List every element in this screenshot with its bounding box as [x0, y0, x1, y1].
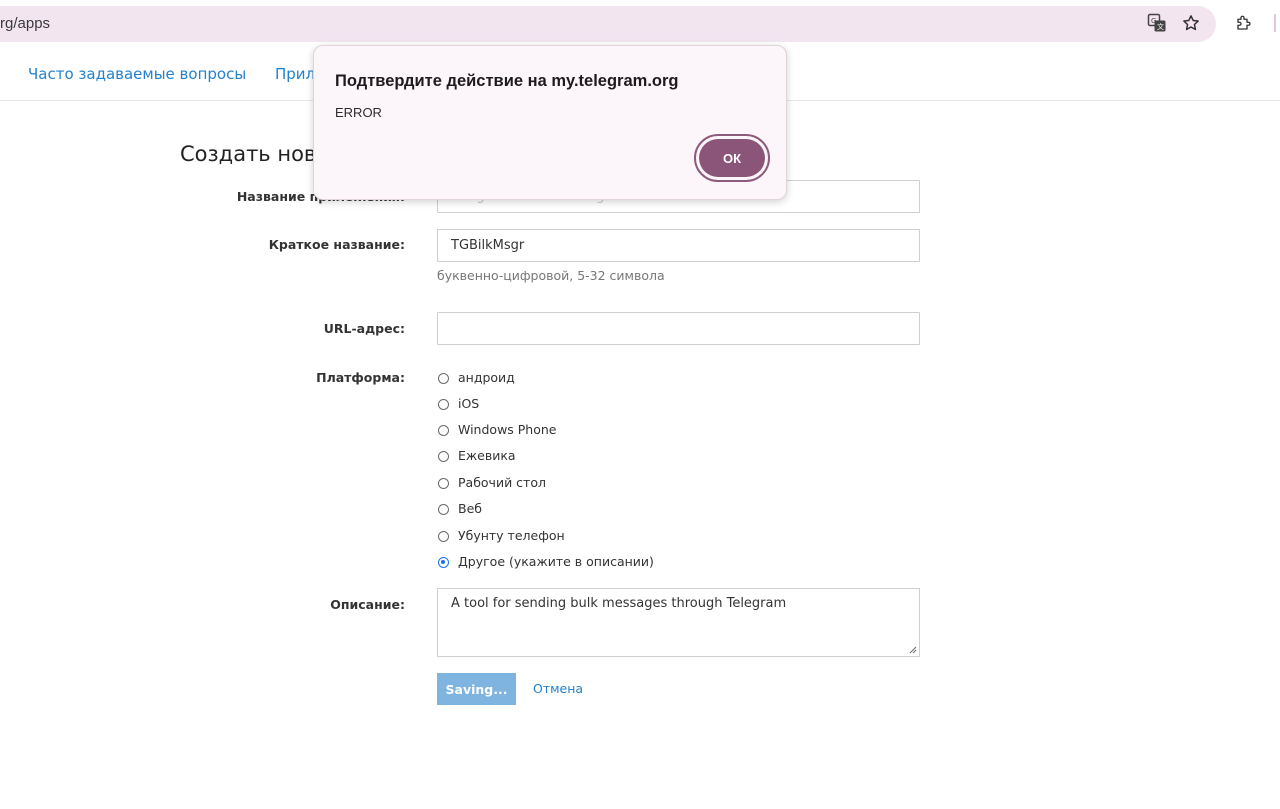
- radio-button[interactable]: [438, 372, 449, 384]
- address-bar[interactable]: [0, 6, 1216, 42]
- url-input[interactable]: [437, 312, 920, 345]
- description-label: Описание:: [330, 597, 405, 612]
- svg-text:G: G: [1151, 17, 1156, 25]
- translate-icon[interactable]: G 文: [1146, 12, 1168, 34]
- radio-button[interactable]: [438, 450, 449, 462]
- url-label: URL-адрес:: [323, 321, 405, 336]
- page-title: Создать нове: [180, 142, 330, 166]
- platform-option-label: Убунту телефон: [458, 527, 565, 543]
- radio-button[interactable]: [438, 424, 449, 436]
- ok-button-focus-ring: ОК: [694, 134, 770, 182]
- short-name-input[interactable]: TGBilkMsgr: [437, 229, 920, 262]
- platform-option-windows-phone[interactable]: Windows Phone: [437, 419, 557, 439]
- nav-apps-link[interactable]: Прил: [275, 65, 315, 83]
- radio-button[interactable]: [438, 530, 449, 542]
- confirm-dialog: Подтвердите действие на my.telegram.org …: [313, 45, 787, 200]
- description-text: A tool for sending bulk messages through…: [451, 596, 787, 611]
- platform-option-android[interactable]: андроид: [437, 367, 515, 387]
- resize-handle-icon[interactable]: [909, 646, 917, 654]
- dialog-message: ERROR: [335, 105, 382, 120]
- radio-button[interactable]: [438, 477, 449, 489]
- platform-option-ubuntu-phone[interactable]: Убунту телефон: [437, 525, 565, 545]
- platform-label: Платформа:: [316, 370, 405, 385]
- radio-button[interactable]: [438, 503, 449, 515]
- ok-button[interactable]: ОК: [699, 139, 765, 177]
- platform-option-blackberry[interactable]: Ежевика: [437, 445, 516, 465]
- platform-option-label: Другое (укажите в описании): [458, 553, 654, 569]
- save-button[interactable]: Saving...: [437, 673, 516, 705]
- radio-button[interactable]: [438, 398, 449, 410]
- radio-button-selected[interactable]: [438, 556, 449, 568]
- platform-option-web[interactable]: Веб: [437, 498, 482, 518]
- svg-text:文: 文: [1157, 22, 1164, 31]
- extensions-puzzle-icon[interactable]: [1233, 12, 1255, 34]
- platform-option-label: Веб: [458, 500, 482, 516]
- nav-faq-link[interactable]: Часто задаваемые вопросы: [28, 65, 246, 83]
- platform-option-label: iOS: [458, 395, 480, 411]
- short-name-label: Краткое название:: [268, 237, 405, 252]
- bookmark-star-icon[interactable]: [1180, 12, 1202, 34]
- platform-option-label: Рабочий стол: [458, 474, 546, 490]
- platform-option-label: Windows Phone: [458, 421, 557, 437]
- platform-option-ios[interactable]: iOS: [437, 393, 479, 413]
- platform-option-label: Ежевика: [458, 447, 516, 463]
- address-bar-url[interactable]: rg/apps: [0, 15, 50, 32]
- toolbar-divider: [1274, 14, 1276, 32]
- cancel-link[interactable]: Отмена: [533, 681, 583, 696]
- short-name-hint: буквенно-цифровой, 5-32 символа: [437, 268, 665, 283]
- browser-toolbar: rg/apps G 文: [0, 0, 1280, 48]
- platform-option-label: андроид: [458, 369, 515, 385]
- platform-option-other[interactable]: Другое (укажите в описании): [437, 551, 654, 571]
- platform-option-desktop[interactable]: Рабочий стол: [437, 472, 546, 492]
- description-textarea[interactable]: A tool for sending bulk messages through…: [437, 588, 920, 657]
- dialog-title: Подтвердите действие на my.telegram.org: [335, 72, 679, 90]
